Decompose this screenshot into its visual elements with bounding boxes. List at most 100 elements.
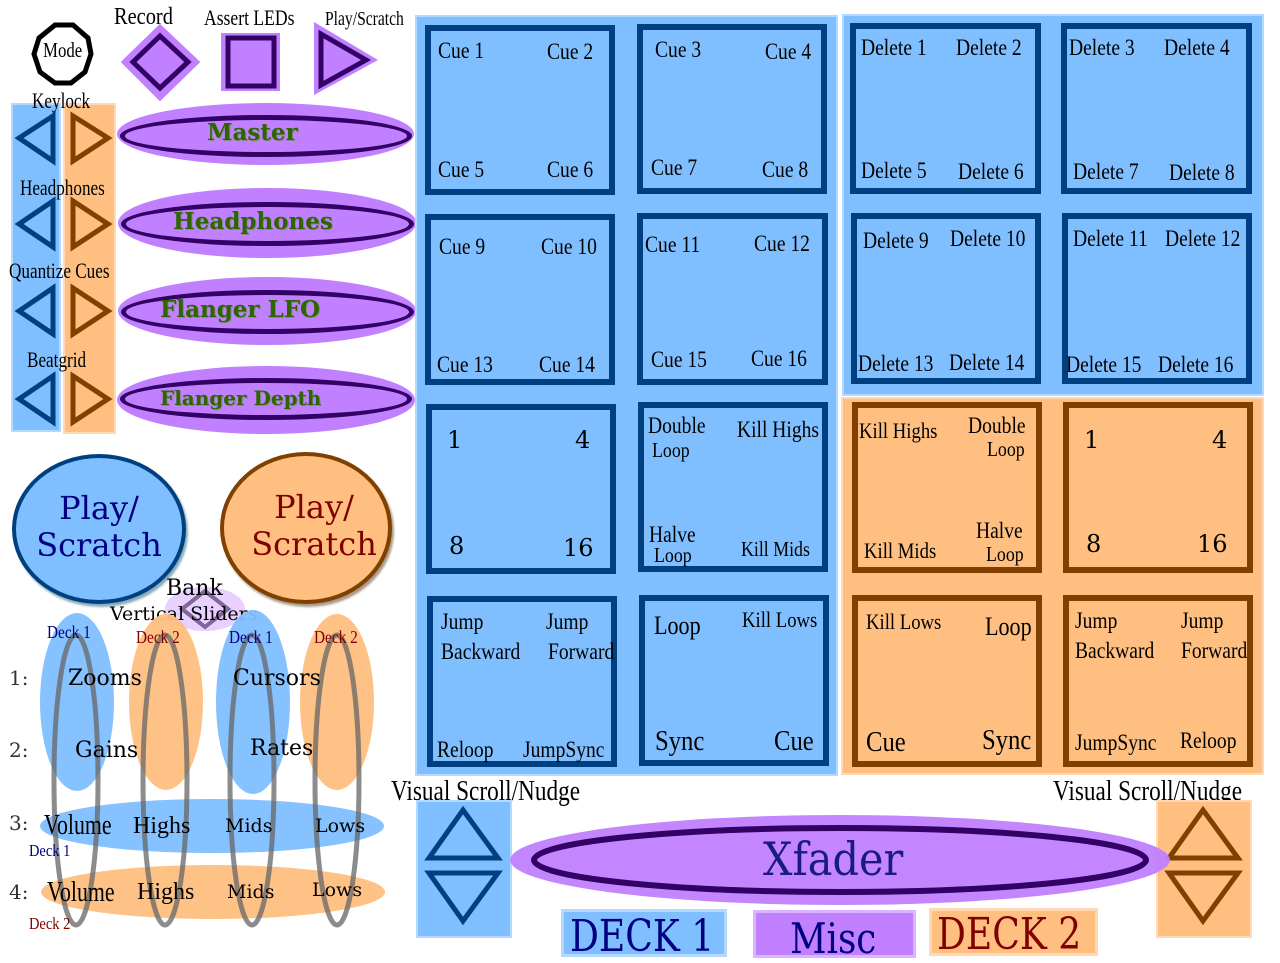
deck1-kill-highs-label: Kill Highs xyxy=(737,417,820,442)
deck2-jump-pad[interactable]: Jump Backward Jump Forward JumpSync Relo… xyxy=(1063,595,1253,767)
headphones-knob-label: Headphones xyxy=(173,208,333,235)
cue-pad-4[interactable]: Cue 11 Cue 12 Cue 15 Cue 16 xyxy=(637,213,828,385)
row3-lows: Lows xyxy=(315,815,366,837)
keylock-label: Keylock xyxy=(32,88,91,113)
deck1-loop-label: Loop xyxy=(654,611,701,640)
master-knob[interactable]: Master xyxy=(117,103,414,165)
slider-deck-label-4: Deck 2 xyxy=(314,627,358,647)
deck2-loopsize-8: 8 xyxy=(1086,530,1102,558)
legend-deck2-label: DECK 2 xyxy=(937,909,1082,960)
deck1-cue-label: Cue xyxy=(774,725,814,757)
row3-deck-label: Deck 1 xyxy=(29,841,71,860)
cue-8-label: Cue 8 xyxy=(762,157,809,182)
deck1-loopsize-1: 1 xyxy=(447,426,463,454)
deck1-jumpsync-label: JumpSync xyxy=(523,737,605,762)
quantize-deck2-right-arrow-icon[interactable] xyxy=(70,283,113,339)
flanger-depth-knob-label: Flanger Depth xyxy=(160,386,322,410)
deck2-reloop-label: Reloop xyxy=(1180,728,1237,753)
deck2-nudge-down-arrow-icon[interactable] xyxy=(1164,870,1243,926)
delete-15-label: Delete 15 xyxy=(1066,352,1142,377)
delete-7-label: Delete 7 xyxy=(1073,159,1139,184)
legend-deck2: DECK 2 xyxy=(929,908,1098,960)
delete-1-label: Delete 1 xyxy=(861,35,927,60)
headphones-deck2-right-arrow-icon[interactable] xyxy=(70,196,113,252)
deck1-halve-loop-label: Loop xyxy=(654,543,692,567)
delete-3-label: Delete 3 xyxy=(1069,35,1135,60)
deck2-halve-label: Halve xyxy=(976,518,1023,543)
cue-9-label: Cue 9 xyxy=(439,234,486,259)
slider-deck-label-2: Deck 2 xyxy=(136,627,180,647)
beatgrid-deck2-right-arrow-icon[interactable] xyxy=(70,371,113,427)
headphones-knob[interactable]: Headphones xyxy=(118,188,416,258)
deck2-loopctl-pad[interactable]: Kill Highs Double Loop Kill Mids Halve L… xyxy=(852,402,1042,573)
deck1-jump-backward-label-1: Jump xyxy=(441,609,484,634)
delete-pad-4[interactable]: Delete 11 Delete 12 Delete 15 Delete 16 xyxy=(1062,213,1252,384)
deck1-loopsize-8: 8 xyxy=(449,532,465,560)
deck1-loopsize-4: 4 xyxy=(575,426,591,454)
row3-volume: Volume xyxy=(44,810,112,841)
deck1-play-scratch-wheel[interactable]: Play/ Scratch xyxy=(12,454,186,604)
deck2-jump-backward-label-2: Backward xyxy=(1075,638,1155,663)
cue-13-label: Cue 13 xyxy=(437,352,493,377)
delete-pad-1[interactable]: Delete 1 Delete 2 Delete 5 Delete 6 xyxy=(850,23,1041,194)
deck1-double-loop-label: Loop xyxy=(652,438,690,462)
record-label: Record xyxy=(114,4,173,30)
sliders-graphics xyxy=(40,610,385,928)
deck2-jumpsync-label: JumpSync xyxy=(1075,730,1157,755)
legend-deck1: DECK 1 xyxy=(561,909,727,962)
deck2-nudge-up-arrow-icon[interactable] xyxy=(1164,805,1243,861)
row4-deck-label: Deck 2 xyxy=(29,914,71,933)
deck1-nudge-up-arrow-icon[interactable] xyxy=(424,805,503,861)
deck2-play-scratch-wheel[interactable]: Play/ Scratch xyxy=(220,452,392,604)
delete-pad-2[interactable]: Delete 3 Delete 4 Delete 7 Delete 8 xyxy=(1061,23,1252,194)
headphones-arrow-label: Headphones xyxy=(20,175,105,200)
delete-14-label: Delete 14 xyxy=(949,350,1025,375)
cue-pad-2[interactable]: Cue 3 Cue 4 Cue 7 Cue 8 xyxy=(637,24,827,194)
deck1-loopsize-pad[interactable]: 1 4 8 16 xyxy=(426,404,616,574)
delete-9-label: Delete 9 xyxy=(863,228,929,253)
row4-lows: Lows xyxy=(312,879,363,901)
deck1-double-label: Double xyxy=(648,413,706,438)
flanger-lfo-knob[interactable]: Flanger LFO xyxy=(118,277,416,345)
cue-pad-1[interactable]: Cue 1 Cue 2 Cue 5 Cue 6 xyxy=(425,25,615,195)
cue-4-label: Cue 4 xyxy=(765,39,812,64)
delete-13-label: Delete 13 xyxy=(858,351,934,376)
deck1-loopctl-pad[interactable]: Double Loop Kill Highs Halve Loop Kill M… xyxy=(638,402,828,572)
deck1-transport-pad[interactable]: Loop Kill Lows Sync Cue xyxy=(639,595,829,766)
row1-index: 1: xyxy=(9,666,29,690)
delete-pad-3[interactable]: Delete 9 Delete 10 Delete 13 Delete 14 xyxy=(851,213,1041,384)
deck1-kill-mids-label: Kill Mids xyxy=(741,537,810,561)
deck2-loopsize-pad[interactable]: 1 4 8 16 xyxy=(1063,402,1253,573)
row2-gains: Gains xyxy=(75,738,139,763)
deck1-reloop-label: Reloop xyxy=(437,737,494,762)
row3-mids: Mids xyxy=(225,815,273,837)
cue-pad-3[interactable]: Cue 9 Cue 10 Cue 13 Cue 14 xyxy=(425,214,615,385)
delete-6-label: Delete 6 xyxy=(958,159,1024,184)
deck2-transport-pad[interactable]: Kill Lows Loop Cue Sync xyxy=(852,595,1042,767)
delete-10-label: Delete 10 xyxy=(950,226,1026,251)
deck2-jump-backward-label-1: Jump xyxy=(1075,608,1118,633)
master-knob-label: Master xyxy=(207,119,298,146)
quantize-deck1-left-arrow-icon[interactable] xyxy=(14,283,56,339)
beatgrid-deck1-left-arrow-icon[interactable] xyxy=(14,371,56,427)
deck1-jump-pad[interactable]: Jump Backward Jump Forward Reloop JumpSy… xyxy=(427,596,617,767)
keylock-deck2-right-arrow-icon[interactable] xyxy=(70,111,113,166)
headphones-deck1-left-arrow-icon[interactable] xyxy=(14,196,56,252)
deck2-kill-mids-label: Kill Mids xyxy=(864,538,937,563)
deck2-jump-forward-label-2: Forward xyxy=(1181,638,1248,663)
deck1-wheel-label-line1: Play/ xyxy=(59,489,139,527)
deck2-cue-label: Cue xyxy=(866,726,906,758)
keylock-deck1-left-arrow-icon[interactable] xyxy=(14,111,56,166)
deck1-nudge-down-arrow-icon[interactable] xyxy=(424,870,503,926)
deck2-wheel-label: Play/ Scratch xyxy=(224,489,404,563)
cue-16-label: Cue 16 xyxy=(751,346,807,371)
cue-1-label: Cue 1 xyxy=(438,38,485,63)
row2-rates: Rates xyxy=(250,736,314,761)
delete-2-label: Delete 2 xyxy=(956,35,1022,60)
delete-8-label: Delete 8 xyxy=(1169,160,1235,185)
assert-leds-square-icon xyxy=(225,35,277,89)
deck2-kill-lows-label: Kill Lows xyxy=(866,609,942,634)
delete-12-label: Delete 12 xyxy=(1165,226,1241,251)
flanger-depth-knob[interactable]: Flanger Depth xyxy=(117,366,415,434)
row1-cursors: Cursors xyxy=(233,666,321,691)
